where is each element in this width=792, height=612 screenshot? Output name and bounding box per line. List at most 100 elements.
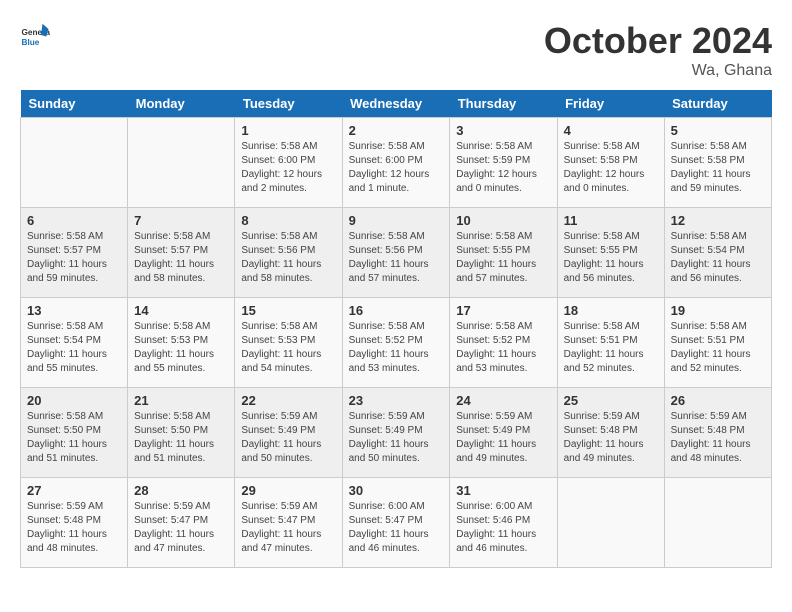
- day-info: Sunrise: 5:58 AMSunset: 5:54 PMDaylight:…: [671, 231, 751, 284]
- calendar-cell: 4 Sunrise: 5:58 AMSunset: 5:58 PMDayligh…: [557, 118, 664, 208]
- day-info: Sunrise: 5:59 AMSunset: 5:49 PMDaylight:…: [241, 411, 321, 464]
- day-info: Sunrise: 5:58 AMSunset: 5:50 PMDaylight:…: [134, 411, 214, 464]
- day-number: 30: [349, 483, 444, 498]
- day-number: 15: [241, 303, 335, 318]
- calendar-cell: 7 Sunrise: 5:58 AMSunset: 5:57 PMDayligh…: [128, 208, 235, 298]
- calendar-cell: 28 Sunrise: 5:59 AMSunset: 5:47 PMDaylig…: [128, 478, 235, 568]
- day-info: Sunrise: 5:58 AMSunset: 6:00 PMDaylight:…: [241, 141, 322, 194]
- calendar-cell: 13 Sunrise: 5:58 AMSunset: 5:54 PMDaylig…: [21, 298, 128, 388]
- day-info: Sunrise: 5:58 AMSunset: 5:52 PMDaylight:…: [349, 321, 429, 374]
- calendar-cell: 22 Sunrise: 5:59 AMSunset: 5:49 PMDaylig…: [235, 388, 342, 478]
- day-info: Sunrise: 5:59 AMSunset: 5:49 PMDaylight:…: [349, 411, 429, 464]
- day-number: 7: [134, 213, 228, 228]
- day-info: Sunrise: 5:58 AMSunset: 5:56 PMDaylight:…: [349, 231, 429, 284]
- day-number: 29: [241, 483, 335, 498]
- calendar-cell: 20 Sunrise: 5:58 AMSunset: 5:50 PMDaylig…: [21, 388, 128, 478]
- weekday-header: Tuesday: [235, 90, 342, 118]
- calendar-cell: 6 Sunrise: 5:58 AMSunset: 5:57 PMDayligh…: [21, 208, 128, 298]
- day-info: Sunrise: 5:58 AMSunset: 5:55 PMDaylight:…: [564, 231, 644, 284]
- day-number: 13: [27, 303, 121, 318]
- day-number: 9: [349, 213, 444, 228]
- day-number: 5: [671, 123, 765, 138]
- day-number: 20: [27, 393, 121, 408]
- weekday-header: Sunday: [21, 90, 128, 118]
- day-info: Sunrise: 5:59 AMSunset: 5:47 PMDaylight:…: [241, 501, 321, 554]
- logo: General Blue: [20, 20, 50, 50]
- calendar-cell: 17 Sunrise: 5:58 AMSunset: 5:52 PMDaylig…: [450, 298, 557, 388]
- day-number: 17: [456, 303, 550, 318]
- calendar-cell: 11 Sunrise: 5:58 AMSunset: 5:55 PMDaylig…: [557, 208, 664, 298]
- day-number: 2: [349, 123, 444, 138]
- calendar-cell: 1 Sunrise: 5:58 AMSunset: 6:00 PMDayligh…: [235, 118, 342, 208]
- day-info: Sunrise: 5:58 AMSunset: 5:58 PMDaylight:…: [671, 141, 751, 194]
- day-info: Sunrise: 5:58 AMSunset: 6:00 PMDaylight:…: [349, 141, 430, 194]
- day-number: 22: [241, 393, 335, 408]
- calendar-table: SundayMondayTuesdayWednesdayThursdayFrid…: [20, 90, 772, 568]
- day-info: Sunrise: 5:58 AMSunset: 5:53 PMDaylight:…: [134, 321, 214, 374]
- day-number: 6: [27, 213, 121, 228]
- day-info: Sunrise: 5:58 AMSunset: 5:57 PMDaylight:…: [27, 231, 107, 284]
- header-row: SundayMondayTuesdayWednesdayThursdayFrid…: [21, 90, 772, 118]
- calendar-cell: 26 Sunrise: 5:59 AMSunset: 5:48 PMDaylig…: [664, 388, 771, 478]
- day-info: Sunrise: 5:58 AMSunset: 5:50 PMDaylight:…: [27, 411, 107, 464]
- day-info: Sunrise: 5:58 AMSunset: 5:58 PMDaylight:…: [564, 141, 645, 194]
- day-number: 23: [349, 393, 444, 408]
- day-number: 27: [27, 483, 121, 498]
- calendar-cell: 15 Sunrise: 5:58 AMSunset: 5:53 PMDaylig…: [235, 298, 342, 388]
- page-header: General Blue October 2024 Wa, Ghana: [20, 20, 772, 80]
- weekday-header: Monday: [128, 90, 235, 118]
- calendar-cell: 3 Sunrise: 5:58 AMSunset: 5:59 PMDayligh…: [450, 118, 557, 208]
- day-number: 18: [564, 303, 658, 318]
- calendar-week-row: 20 Sunrise: 5:58 AMSunset: 5:50 PMDaylig…: [21, 388, 772, 478]
- day-info: Sunrise: 5:58 AMSunset: 5:51 PMDaylight:…: [564, 321, 644, 374]
- day-info: Sunrise: 5:58 AMSunset: 5:56 PMDaylight:…: [241, 231, 321, 284]
- day-number: 14: [134, 303, 228, 318]
- day-number: 12: [671, 213, 765, 228]
- day-number: 1: [241, 123, 335, 138]
- day-info: Sunrise: 5:58 AMSunset: 5:59 PMDaylight:…: [456, 141, 537, 194]
- month-title: October 2024: [544, 20, 772, 62]
- calendar-cell: 29 Sunrise: 5:59 AMSunset: 5:47 PMDaylig…: [235, 478, 342, 568]
- calendar-cell: 23 Sunrise: 5:59 AMSunset: 5:49 PMDaylig…: [342, 388, 450, 478]
- day-number: 8: [241, 213, 335, 228]
- weekday-header: Wednesday: [342, 90, 450, 118]
- day-number: 4: [564, 123, 658, 138]
- logo-icon: General Blue: [20, 20, 50, 50]
- weekday-header: Friday: [557, 90, 664, 118]
- day-number: 16: [349, 303, 444, 318]
- svg-text:Blue: Blue: [22, 38, 40, 47]
- day-number: 10: [456, 213, 550, 228]
- calendar-week-row: 13 Sunrise: 5:58 AMSunset: 5:54 PMDaylig…: [21, 298, 772, 388]
- calendar-cell: 2 Sunrise: 5:58 AMSunset: 6:00 PMDayligh…: [342, 118, 450, 208]
- day-info: Sunrise: 5:59 AMSunset: 5:49 PMDaylight:…: [456, 411, 536, 464]
- calendar-cell: 21 Sunrise: 5:58 AMSunset: 5:50 PMDaylig…: [128, 388, 235, 478]
- weekday-header: Saturday: [664, 90, 771, 118]
- calendar-cell: 8 Sunrise: 5:58 AMSunset: 5:56 PMDayligh…: [235, 208, 342, 298]
- day-number: 21: [134, 393, 228, 408]
- calendar-cell: 12 Sunrise: 5:58 AMSunset: 5:54 PMDaylig…: [664, 208, 771, 298]
- day-info: Sunrise: 5:58 AMSunset: 5:57 PMDaylight:…: [134, 231, 214, 284]
- calendar-cell: 16 Sunrise: 5:58 AMSunset: 5:52 PMDaylig…: [342, 298, 450, 388]
- calendar-week-row: 27 Sunrise: 5:59 AMSunset: 5:48 PMDaylig…: [21, 478, 772, 568]
- day-info: Sunrise: 5:59 AMSunset: 5:48 PMDaylight:…: [564, 411, 644, 464]
- day-info: Sunrise: 6:00 AMSunset: 5:47 PMDaylight:…: [349, 501, 429, 554]
- day-info: Sunrise: 5:59 AMSunset: 5:48 PMDaylight:…: [671, 411, 751, 464]
- location: Wa, Ghana: [544, 62, 772, 80]
- calendar-cell: [21, 118, 128, 208]
- calendar-cell: 18 Sunrise: 5:58 AMSunset: 5:51 PMDaylig…: [557, 298, 664, 388]
- day-number: 25: [564, 393, 658, 408]
- calendar-cell: 31 Sunrise: 6:00 AMSunset: 5:46 PMDaylig…: [450, 478, 557, 568]
- calendar-cell: [664, 478, 771, 568]
- calendar-cell: 19 Sunrise: 5:58 AMSunset: 5:51 PMDaylig…: [664, 298, 771, 388]
- day-info: Sunrise: 5:58 AMSunset: 5:51 PMDaylight:…: [671, 321, 751, 374]
- day-number: 28: [134, 483, 228, 498]
- calendar-week-row: 6 Sunrise: 5:58 AMSunset: 5:57 PMDayligh…: [21, 208, 772, 298]
- calendar-cell: [557, 478, 664, 568]
- calendar-cell: 9 Sunrise: 5:58 AMSunset: 5:56 PMDayligh…: [342, 208, 450, 298]
- day-info: Sunrise: 5:58 AMSunset: 5:52 PMDaylight:…: [456, 321, 536, 374]
- calendar-cell: 24 Sunrise: 5:59 AMSunset: 5:49 PMDaylig…: [450, 388, 557, 478]
- day-info: Sunrise: 5:58 AMSunset: 5:54 PMDaylight:…: [27, 321, 107, 374]
- day-info: Sunrise: 5:58 AMSunset: 5:53 PMDaylight:…: [241, 321, 321, 374]
- day-info: Sunrise: 6:00 AMSunset: 5:46 PMDaylight:…: [456, 501, 536, 554]
- day-info: Sunrise: 5:59 AMSunset: 5:47 PMDaylight:…: [134, 501, 214, 554]
